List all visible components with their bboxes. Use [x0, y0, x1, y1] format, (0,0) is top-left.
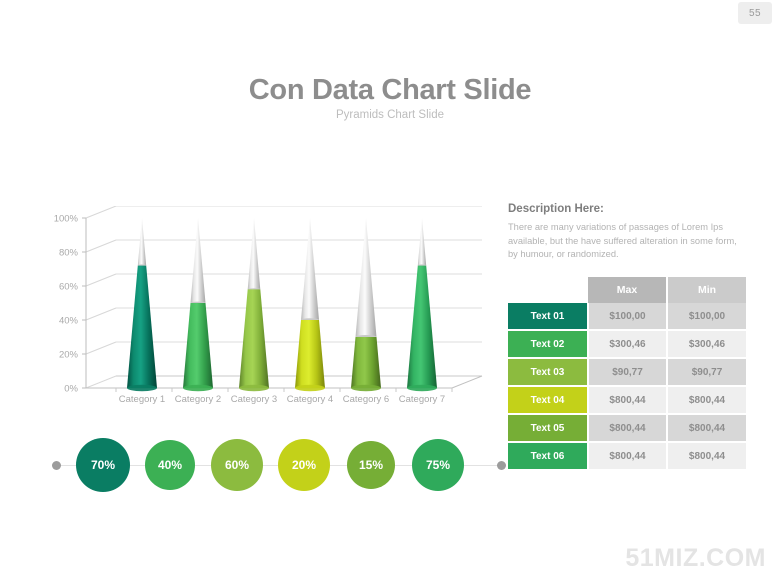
cone-filled-segment [351, 337, 381, 388]
cone-base-ellipse [407, 384, 437, 392]
svg-text:100%: 100% [54, 214, 79, 225]
table-row-label: Text 01 [508, 303, 589, 331]
cone-filled-segment [183, 303, 213, 388]
cone-base-ellipse [295, 384, 325, 392]
cone-base-ellipse [351, 384, 381, 392]
cone-filled-segment [127, 265, 157, 388]
table-cell-min: $90,77 [667, 358, 746, 387]
cone-bar [239, 218, 269, 392]
percent-circle-row: 70% 40% 60% 20% 15% 75% [44, 430, 514, 502]
table-row-label: Text 03 [508, 358, 589, 387]
connector-dot-right [497, 461, 506, 470]
percent-circle[interactable]: 70% [76, 438, 130, 492]
chart-svg: 100% 80% 60% 40% 20% 0% [54, 206, 483, 395]
cone-filled-segment [407, 265, 437, 388]
percent-circle-label: 75% [425, 458, 451, 472]
table-row: Text 06 $800,44 $800,44 [508, 442, 746, 471]
table-cell-max: $800,44 [588, 386, 668, 415]
table-cell-min: $800,44 [667, 414, 746, 443]
table-header-max: Max [588, 277, 668, 303]
percent-circle-label: 20% [291, 458, 317, 472]
percent-circle-label: 15% [358, 458, 384, 472]
x-axis-category-label: Category 7 [398, 394, 446, 405]
x-axis-category-label: Category 1 [118, 394, 166, 405]
cone-bar [407, 218, 437, 392]
table-header-blank [508, 277, 588, 303]
watermark: 51MIZ.COM [625, 544, 766, 572]
page-subtitle: Pyramids Chart Slide [335, 109, 444, 121]
cone-filled-segment [239, 289, 269, 388]
svg-text:80%: 80% [59, 248, 79, 259]
svg-text:0%: 0% [64, 384, 78, 395]
connector-dot-left [52, 461, 61, 470]
percent-circle-label: 40% [157, 458, 183, 472]
table-row-label: Text 05 [508, 414, 589, 443]
table-cell-min: $300,46 [667, 330, 746, 359]
x-axis-category-label: Category 4 [286, 394, 334, 405]
svg-text:60%: 60% [59, 282, 79, 293]
cone-bar [351, 218, 381, 392]
table-row: Text 01 $100,00 $100,00 [508, 303, 746, 331]
table-row: Text 03 $90,77 $90,77 [508, 358, 746, 387]
cone-base-ellipse [127, 384, 157, 392]
percent-circle[interactable]: 20% [278, 439, 330, 491]
cone-base-ellipse [239, 384, 269, 392]
cone-bar [183, 218, 213, 392]
table-head: Max Min [508, 277, 746, 303]
percent-circle[interactable]: 60% [211, 439, 263, 491]
table-cell-max: $800,44 [588, 414, 668, 443]
percent-circle-label: 70% [90, 458, 116, 472]
percent-circle[interactable]: 75% [412, 439, 464, 491]
cone-bar [127, 218, 157, 392]
table-header-row: Max Min [508, 277, 746, 303]
table-cell-max: $100,00 [588, 303, 668, 331]
page-title: Con Data Chart Slide [248, 74, 532, 106]
svg-text:20%: 20% [59, 350, 79, 361]
table-row-label: Text 06 [508, 442, 589, 471]
svg-text:40%: 40% [59, 316, 79, 327]
cone-filled-segment [295, 320, 325, 388]
table-cell-max: $300,46 [588, 330, 668, 359]
cone-remainder-segment [301, 218, 319, 320]
x-axis-category-label: Category 2 [174, 394, 222, 405]
table-cell-min: $800,44 [667, 442, 746, 471]
cone-base-ellipse [183, 384, 213, 392]
cone-remainder-segment [137, 218, 147, 266]
pyramid-cone-chart: 100% 80% 60% 40% 20% 0% [44, 206, 494, 416]
page-number-badge: 55 [738, 2, 772, 24]
percent-circle-label: 60% [224, 458, 250, 472]
table-row: Text 02 $300,46 $300,46 [508, 330, 746, 359]
percent-circle[interactable]: 15% [347, 441, 395, 489]
percent-circle[interactable]: 40% [145, 440, 195, 490]
cone-remainder-segment [417, 218, 427, 266]
cone-bar [295, 218, 325, 392]
table-row: Text 05 $800,44 $800,44 [508, 414, 746, 443]
table-body: Text 01 $100,00 $100,00 Text 02 $300,46 $300,… [508, 303, 746, 471]
description-body: There are many variations of passages of… [508, 222, 737, 259]
x-axis-category-label: Category 6 [342, 394, 390, 405]
table-header-min: Min [667, 277, 746, 303]
table-cell-min: $100,00 [667, 303, 746, 331]
cone-remainder-segment [355, 218, 377, 337]
table-row: Text 04 $800,44 $800,44 [508, 386, 746, 415]
table-row-label: Text 02 [508, 330, 589, 359]
x-axis-category-labels: Category 1 Category 2 Category 3 Category 4… [44, 394, 494, 410]
table-cell-max: $800,44 [588, 442, 668, 471]
cone-remainder-segment [190, 218, 206, 303]
cone-bars [127, 218, 437, 392]
description-heading: Description Here: [508, 203, 604, 215]
table-cell-min: $800,44 [667, 386, 746, 415]
x-axis-category-label: Category 3 [230, 394, 278, 405]
y-axis-tick-labels: 100% 80% 60% 40% 20% 0% [54, 214, 79, 395]
data-table: Max Min Text 01 $100,00 $100,00 Text 02 $300… [508, 277, 746, 471]
cone-remainder-segment [247, 218, 261, 290]
table-cell-max: $90,77 [588, 358, 668, 387]
table-row-label: Text 04 [508, 386, 589, 415]
